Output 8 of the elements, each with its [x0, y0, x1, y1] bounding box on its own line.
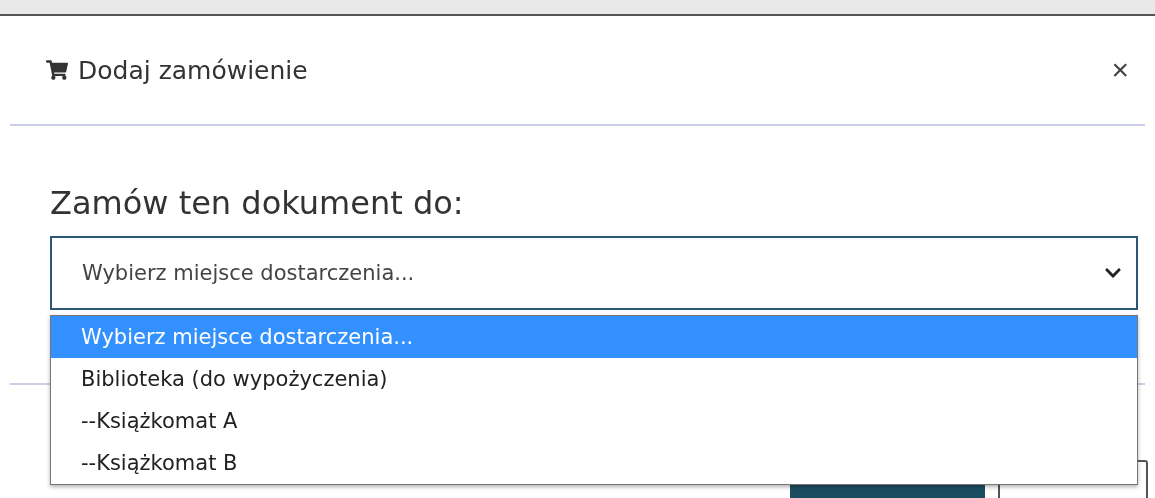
dropdown-option[interactable]: --Książkomat B	[51, 442, 1137, 484]
question-heading: Zamów ten dokument do:	[50, 184, 465, 222]
close-button[interactable]: ×	[1107, 53, 1133, 87]
delivery-select[interactable]: Wybierz miejsce dostarczenia...	[50, 236, 1138, 310]
dropdown-option[interactable]: --Książkomat A	[51, 400, 1137, 442]
dialog-title: Dodaj zamówienie	[78, 55, 309, 85]
cart-icon	[46, 59, 68, 81]
dropdown-option[interactable]: Biblioteka (do wypożyczenia)	[51, 358, 1137, 400]
